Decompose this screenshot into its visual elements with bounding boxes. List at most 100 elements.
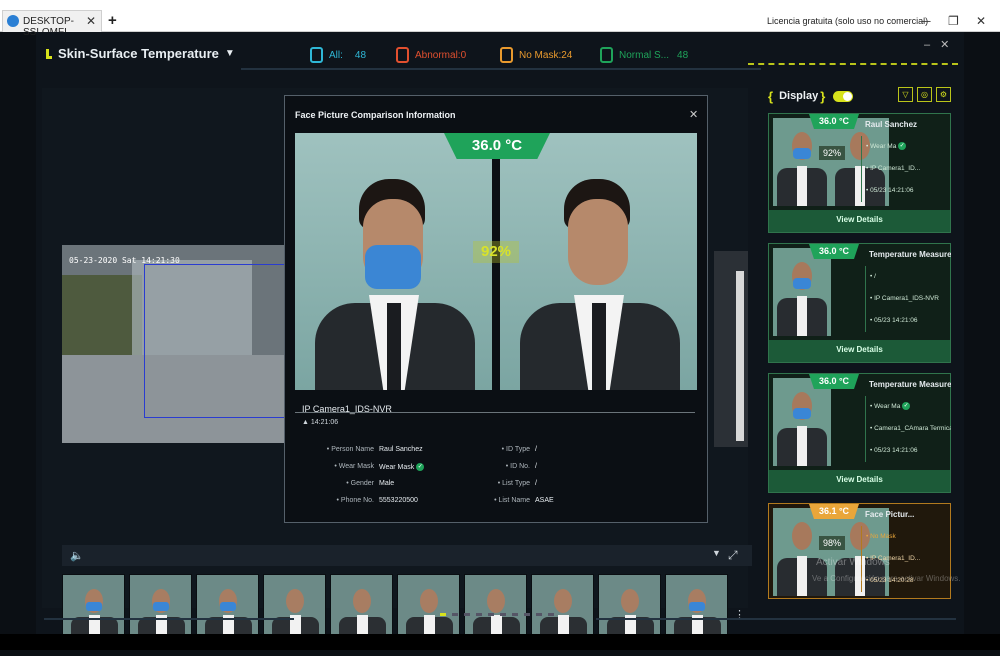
photo-mask [365, 245, 421, 289]
stat-no-mask[interactable]: No Mask: 24 [500, 47, 572, 63]
thumb-head [420, 589, 438, 613]
field-value-text: Wear Mask [379, 463, 415, 471]
stat-all-label: All: [329, 49, 343, 61]
stat-no-mask-label: No Mask: [519, 49, 562, 61]
stat-normal[interactable]: Normal S... 48 [600, 47, 688, 63]
alarm-card[interactable]: 36.0 °C Temperature Measure... • / • IP Cam… [768, 243, 951, 363]
face-scan-icon[interactable]: ◎ [917, 87, 932, 102]
field-id-no: • ID No. / [491, 463, 537, 470]
page-dot[interactable] [536, 613, 542, 616]
temperature-badge: 36.0 °C [444, 133, 550, 159]
field-key: • Phone No. [336, 497, 375, 504]
mode-selector[interactable]: Skin-Surface Temperature ▼ [46, 46, 235, 61]
stat-abnormal[interactable]: Abnormal: 0 [396, 47, 466, 63]
new-tab-button[interactable]: + [108, 12, 117, 29]
view-details-button[interactable]: View Details [769, 340, 950, 362]
thumbnail-image [598, 574, 661, 640]
shield-check-icon [600, 47, 613, 63]
display-label: Display [779, 90, 819, 102]
thumb-head [487, 589, 505, 613]
maximize-button[interactable]: ❐ [948, 14, 959, 28]
card-line-text: 05/23 14:21:06 [874, 317, 918, 324]
minimize-button[interactable]: ─ [922, 14, 931, 28]
card-temperature: 36.1 °C [809, 504, 859, 519]
field-key: • Person Name [326, 446, 374, 453]
teamviewer-icon [7, 15, 19, 27]
check-icon: ✓ [902, 402, 911, 411]
page-dot[interactable] [440, 613, 446, 616]
card-temperature: 36.0 °C [809, 114, 859, 129]
field-key: • ID No. [505, 463, 530, 470]
filter-icon[interactable]: ▽ [898, 87, 913, 102]
page-dot[interactable] [524, 613, 530, 616]
thumb-mask [689, 602, 705, 611]
check-icon: ✓ [898, 142, 907, 151]
card-line: • 05/23 14:21:06 [865, 310, 951, 332]
app-window-controls[interactable]: –✕ [924, 38, 959, 51]
card-similarity: 98% [819, 536, 845, 550]
alarm-card[interactable]: 36.1 °C 98% Face Pictur... • No Mask • IP Ca… [768, 503, 951, 599]
page-indicator[interactable] [440, 613, 554, 616]
settings-icon[interactable]: ⚙ [936, 87, 951, 102]
field-key-text: ID Type [506, 446, 530, 453]
alarm-card[interactable]: 36.0 °C Temperature Measure... • Wear Ma ✓… [768, 373, 951, 493]
close-window-button[interactable]: ✕ [976, 14, 986, 28]
mask-icon [500, 47, 513, 63]
page-dot[interactable] [464, 613, 470, 616]
comparison-photos: 36.0 °C 92% [295, 133, 699, 390]
header-divider [241, 68, 761, 70]
card-line: • Camera1_CAmara Termica [865, 418, 951, 440]
card-line: • Wear Ma ✓ [865, 396, 951, 418]
card-mask [793, 278, 811, 289]
card-face-image [773, 248, 831, 336]
view-details-button[interactable]: View Details [769, 210, 950, 232]
windows-activation-watermark: Activar Windows [816, 557, 890, 568]
browser-tab-bar: DESKTOP-SSLOMFI ✕ + Licencia gratuita (s… [0, 0, 1000, 38]
view-details-button[interactable]: View Details [769, 470, 950, 492]
field-gender: • Gender Male [303, 480, 394, 487]
thumb-head [286, 589, 304, 613]
field-value: Raul Sanchez [379, 446, 423, 453]
field-value: / [535, 446, 537, 453]
field-key-text: Person Name [331, 446, 374, 453]
close-tab-icon[interactable]: ✕ [86, 14, 96, 28]
card-info: Raul Sanchez • Wear Ma ✓ • IP Camera1_ID..… [861, 120, 947, 202]
field-key-text: Wear Mask [338, 463, 374, 470]
windows-activation-hint: Ve a Configuración para activar Windows. [812, 574, 961, 583]
page-dot[interactable] [512, 613, 518, 616]
page-dot[interactable] [452, 613, 458, 616]
stat-all[interactable]: All: 48 [310, 47, 366, 63]
browser-tab[interactable]: DESKTOP-SSLOMFI ✕ [2, 10, 102, 38]
thumbnail-image [263, 574, 326, 640]
photo-face [568, 199, 628, 285]
card-line-text: IP Camera1_ID... [870, 165, 921, 172]
field-phone: • Phone No. 5553220500 [303, 497, 418, 504]
thumbnail-image [129, 574, 192, 640]
dropdown-icon[interactable]: ▼ [712, 548, 721, 558]
field-list-name: • List Name ASAE [491, 497, 554, 504]
display-toggle[interactable] [833, 90, 854, 102]
stat-abnormal-label: Abnormal: [415, 49, 461, 61]
alarm-card[interactable]: 36.0 °C 92% Raul Sanchez • Wear Ma ✓ • IP Ca… [768, 113, 951, 233]
page-dot[interactable] [548, 613, 554, 616]
card-temperature: 36.0 °C [809, 244, 859, 259]
fullscreen-icon[interactable]: ⤢ [728, 548, 738, 563]
page-dot[interactable] [500, 613, 506, 616]
field-value: Wear Mask ✓ [379, 463, 425, 471]
page-dot[interactable] [488, 613, 494, 616]
thumb-head [353, 589, 371, 613]
field-key-text: List Name [498, 497, 530, 504]
thumbnail-image [330, 574, 393, 640]
thermometer-icon [396, 47, 409, 63]
page-dot[interactable] [476, 613, 482, 616]
card-line-text: IP Camera1_IDS-NVR [874, 295, 939, 302]
scroll-bar[interactable] [736, 271, 744, 441]
chevron-down-icon: ▼ [224, 48, 235, 59]
field-value: Male [379, 480, 395, 487]
volume-icon[interactable]: 🔈 [70, 549, 84, 562]
card-face-image [773, 118, 831, 206]
close-icon[interactable]: ✕ [689, 108, 698, 121]
card-line-text: 05/23 14:21:06 [874, 447, 918, 454]
alarm-panel: { Display } ▽ ◎ ⚙ 36.0 °C 92% Raul Sanchez… [754, 86, 954, 606]
card-line: • 05/23 14:21:06 [861, 180, 947, 202]
